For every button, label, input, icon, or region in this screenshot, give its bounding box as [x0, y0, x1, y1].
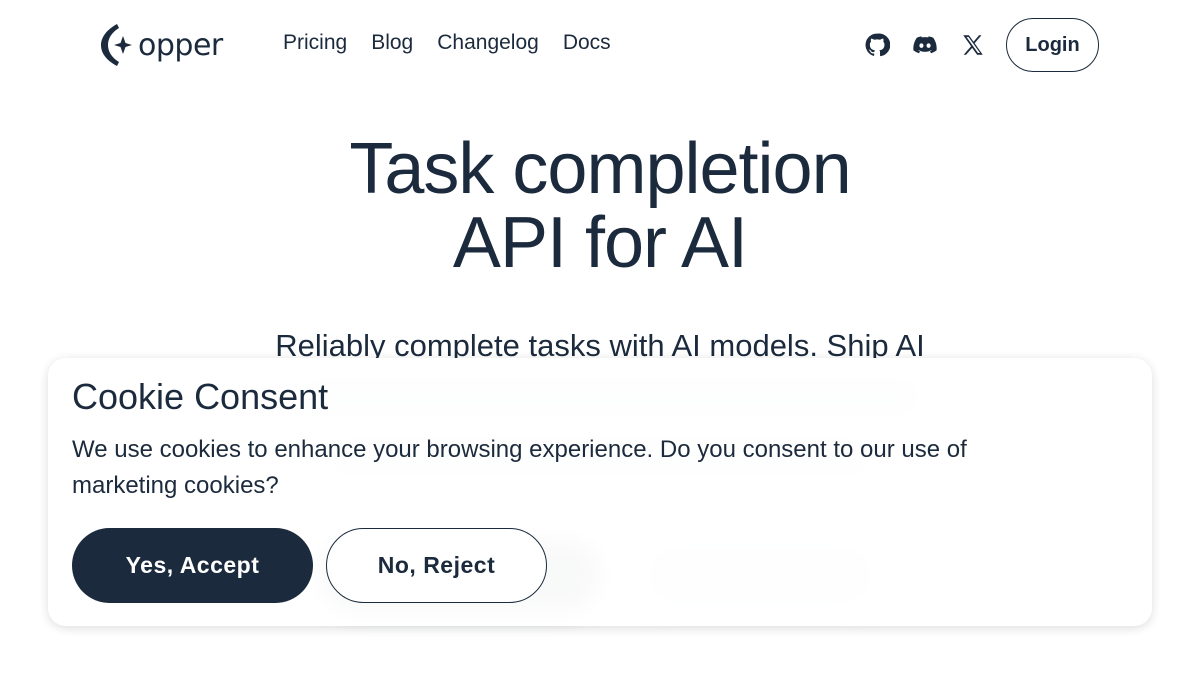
reject-cookies-button[interactable]: No, Reject	[326, 528, 547, 603]
hero-subtitle: Reliably complete tasks with AI models. …	[275, 328, 925, 358]
page: opper Pricing Blog Changelog Docs Login …	[0, 0, 1200, 675]
cookie-consent-banner: Cookie Consent We use cookies to enhance…	[48, 358, 1152, 626]
logo-link[interactable]: opper	[100, 22, 223, 68]
login-button[interactable]: Login	[1006, 18, 1099, 72]
hero-title-line-2: API for AI	[452, 203, 748, 283]
cookie-message: We use cookies to enhance your browsing …	[72, 436, 967, 499]
opper-logo-icon	[101, 24, 132, 66]
discord-icon[interactable]	[912, 32, 938, 58]
nav-changelog[interactable]: Changelog	[437, 31, 539, 55]
hero-title: Task completion API for AI	[0, 132, 1200, 280]
site-header: opper Pricing Blog Changelog Docs Login	[0, 0, 1200, 90]
x-icon[interactable]	[960, 32, 986, 58]
cookie-title: Cookie Consent	[72, 376, 329, 417]
nav-docs[interactable]: Docs	[563, 31, 611, 55]
main-nav: Pricing Blog Changelog Docs	[283, 31, 611, 55]
nav-pricing[interactable]: Pricing	[283, 31, 347, 55]
hero-title-line-1: Task completion	[349, 129, 851, 209]
accept-cookies-button[interactable]: Yes, Accept	[72, 528, 313, 603]
github-icon[interactable]	[864, 32, 890, 58]
brand-name: opper	[138, 27, 223, 63]
nav-blog[interactable]: Blog	[371, 31, 413, 55]
social-links	[864, 32, 986, 58]
